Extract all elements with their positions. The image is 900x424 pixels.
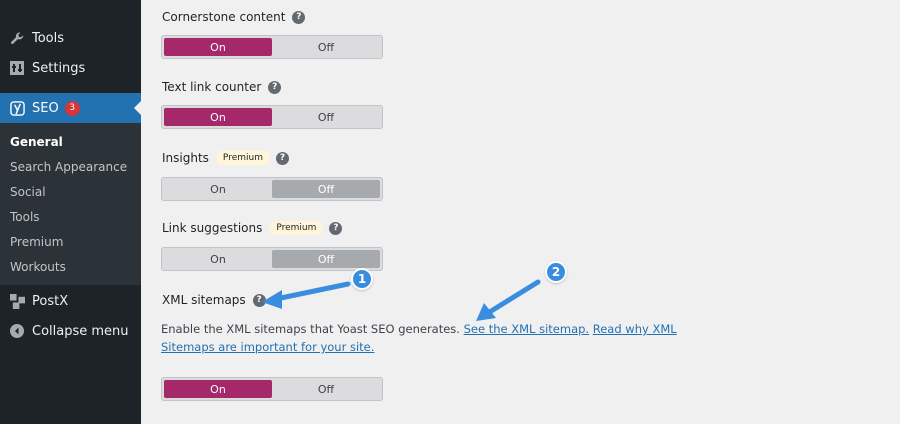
arrow-1 <box>273 281 351 302</box>
arrow-1-head <box>262 290 282 309</box>
annotation-marker-2: 2 <box>545 261 567 283</box>
annotation-marker-1: 1 <box>351 268 373 290</box>
arrow-2 <box>485 279 541 316</box>
annotation-arrows <box>262 279 541 321</box>
